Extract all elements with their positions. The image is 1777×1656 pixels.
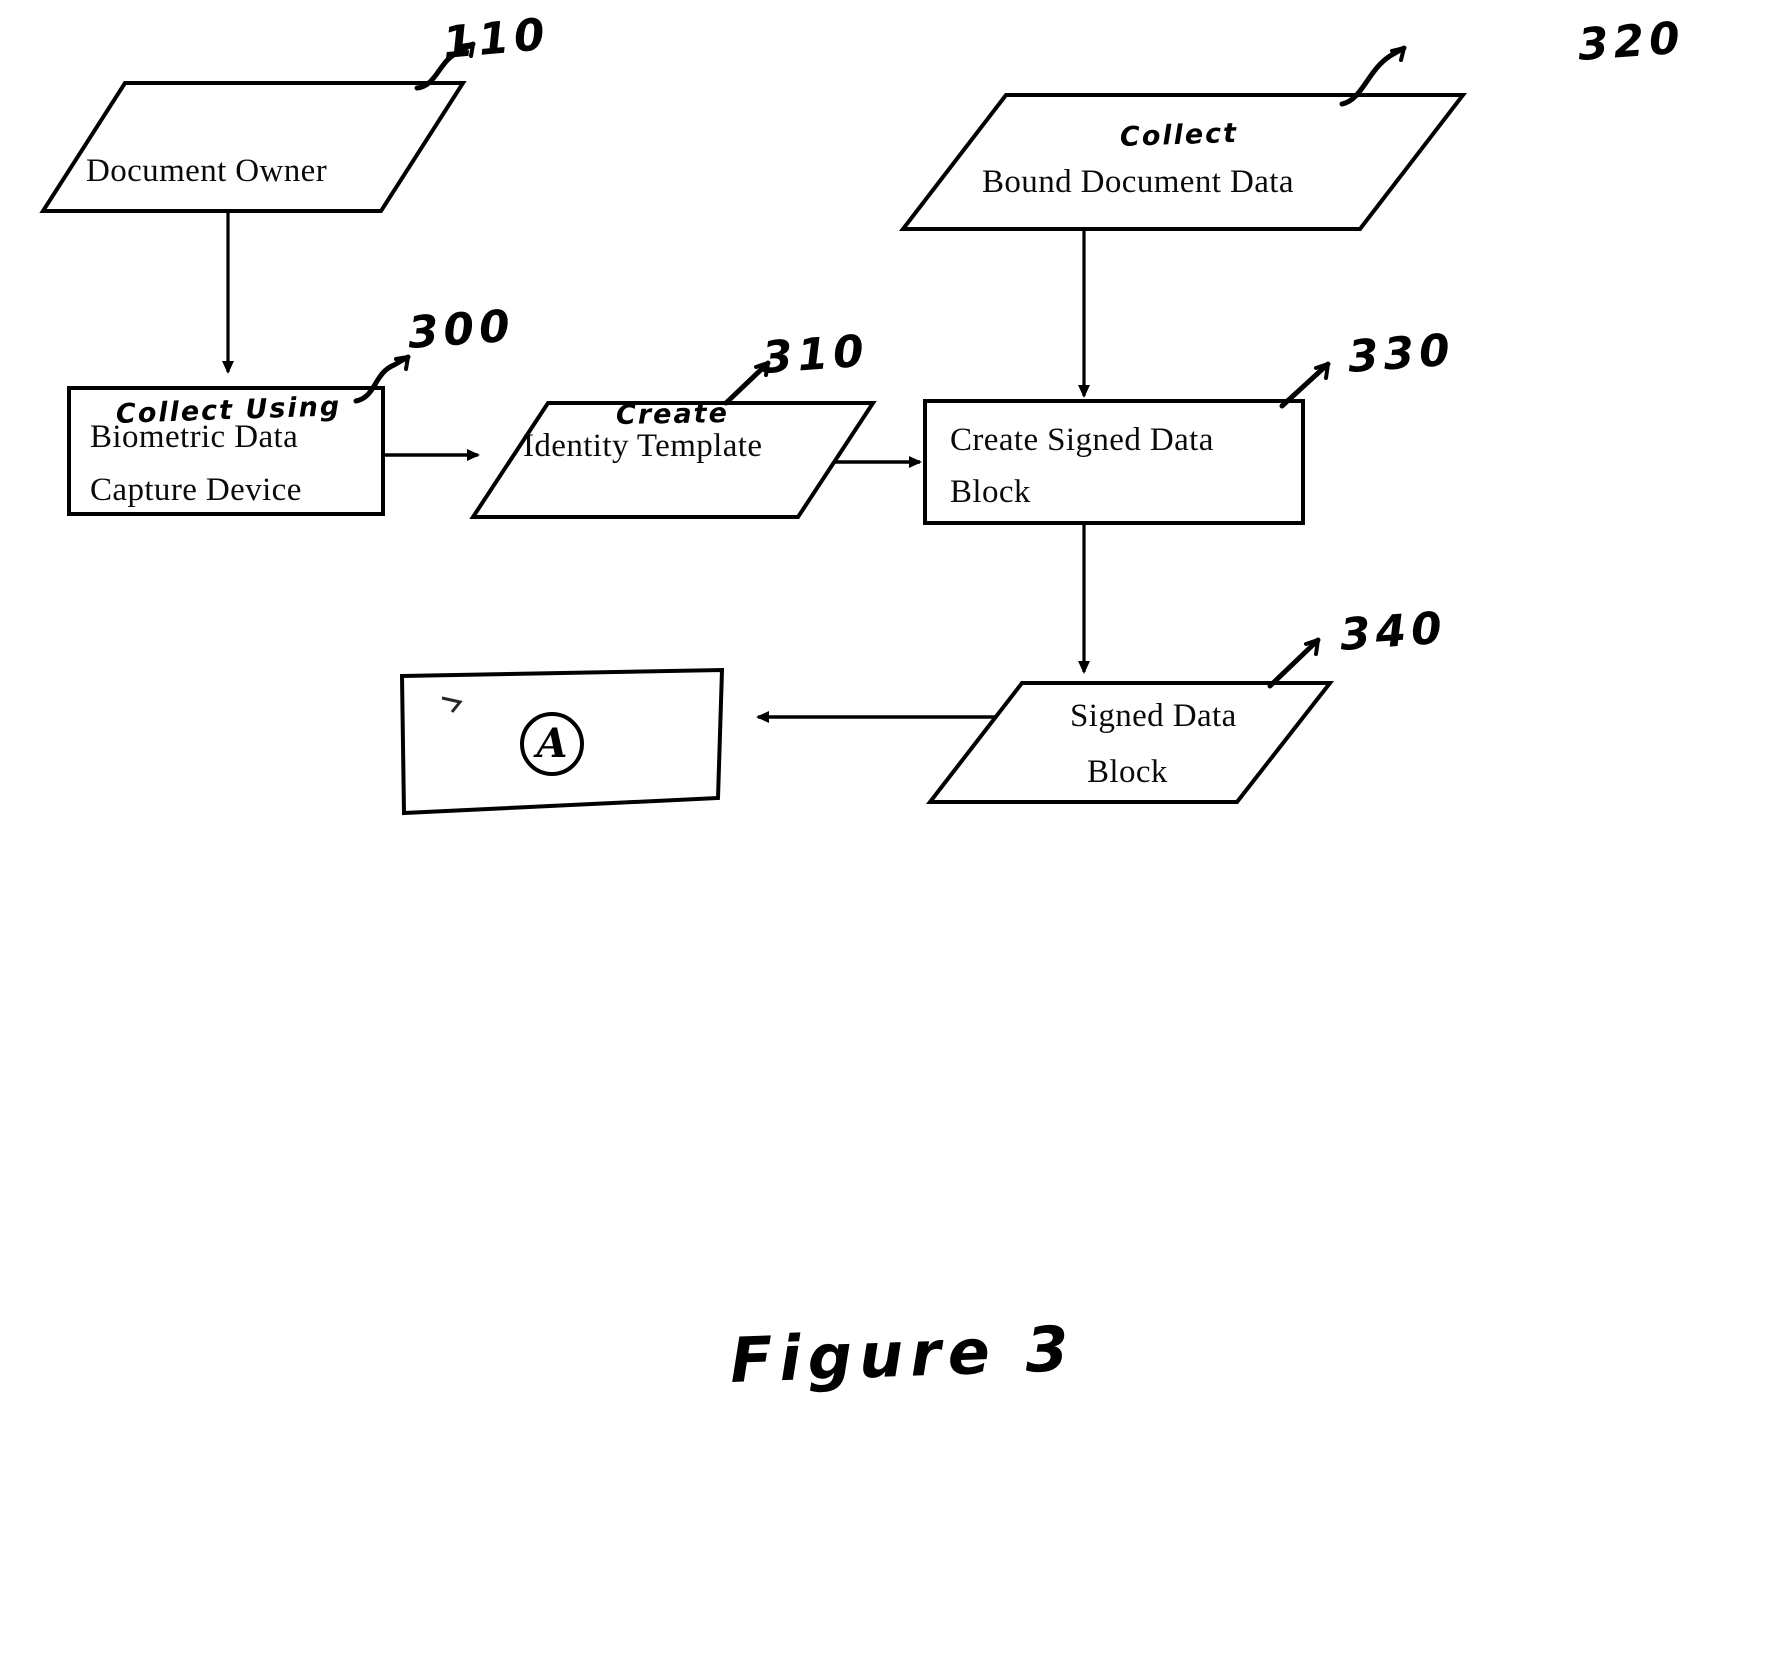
identity-template-label: Identity Template xyxy=(523,428,763,464)
node-document-owner[interactable]: Document Owner xyxy=(38,78,468,218)
figure-caption: Figure 3 xyxy=(728,1311,1077,1398)
node-identity-template[interactable]: Identity Template Create xyxy=(468,398,878,523)
document-owner-label: Document Owner xyxy=(86,153,328,189)
create-signed-data-block-label-line1: Create Signed Data xyxy=(950,422,1214,458)
node-create-signed-data-block[interactable]: Create Signed Data Block xyxy=(922,398,1306,526)
create-signed-data-block-label-line2: Block xyxy=(950,474,1031,510)
node-connector-box[interactable]: A xyxy=(398,667,728,818)
node-bound-document-data[interactable]: Bound Document Data Collect xyxy=(898,90,1468,235)
patent-figure-page: Document Owner 110 Biometric Data Captur… xyxy=(0,0,1777,1656)
signed-data-block-label-line2: Block xyxy=(1087,754,1168,790)
document-owner-parallelogram xyxy=(39,81,467,213)
node-biometric-capture[interactable]: Biometric Data Capture Device Collect Us… xyxy=(66,385,386,517)
ref-320: 320 xyxy=(1576,12,1687,71)
ref-340: 340 xyxy=(1338,602,1449,661)
ref-330: 330 xyxy=(1346,324,1457,383)
signed-data-block-label-line1: Signed Data xyxy=(1070,698,1237,734)
handwritten-note-collect: Collect xyxy=(1119,117,1239,153)
node-signed-data-block[interactable]: Signed Data Block xyxy=(925,678,1335,808)
bound-document-data-parallelogram xyxy=(898,93,1468,231)
connector-label-a: A xyxy=(520,712,584,776)
ref-310: 310 xyxy=(760,325,871,384)
ref-110: 110 xyxy=(440,8,552,69)
leader-signed-data-block xyxy=(1266,632,1344,690)
bound-document-data-label: Bound Document Data xyxy=(982,164,1294,200)
leader-bound-document-data xyxy=(1338,40,1428,108)
connector-layer xyxy=(0,0,1777,1656)
biometric-capture-label-line2: Capture Device xyxy=(90,472,302,508)
leader-create-signed-data-block xyxy=(1278,356,1354,410)
handwritten-note-create: Create xyxy=(615,398,730,431)
ref-300: 300 xyxy=(406,300,517,359)
